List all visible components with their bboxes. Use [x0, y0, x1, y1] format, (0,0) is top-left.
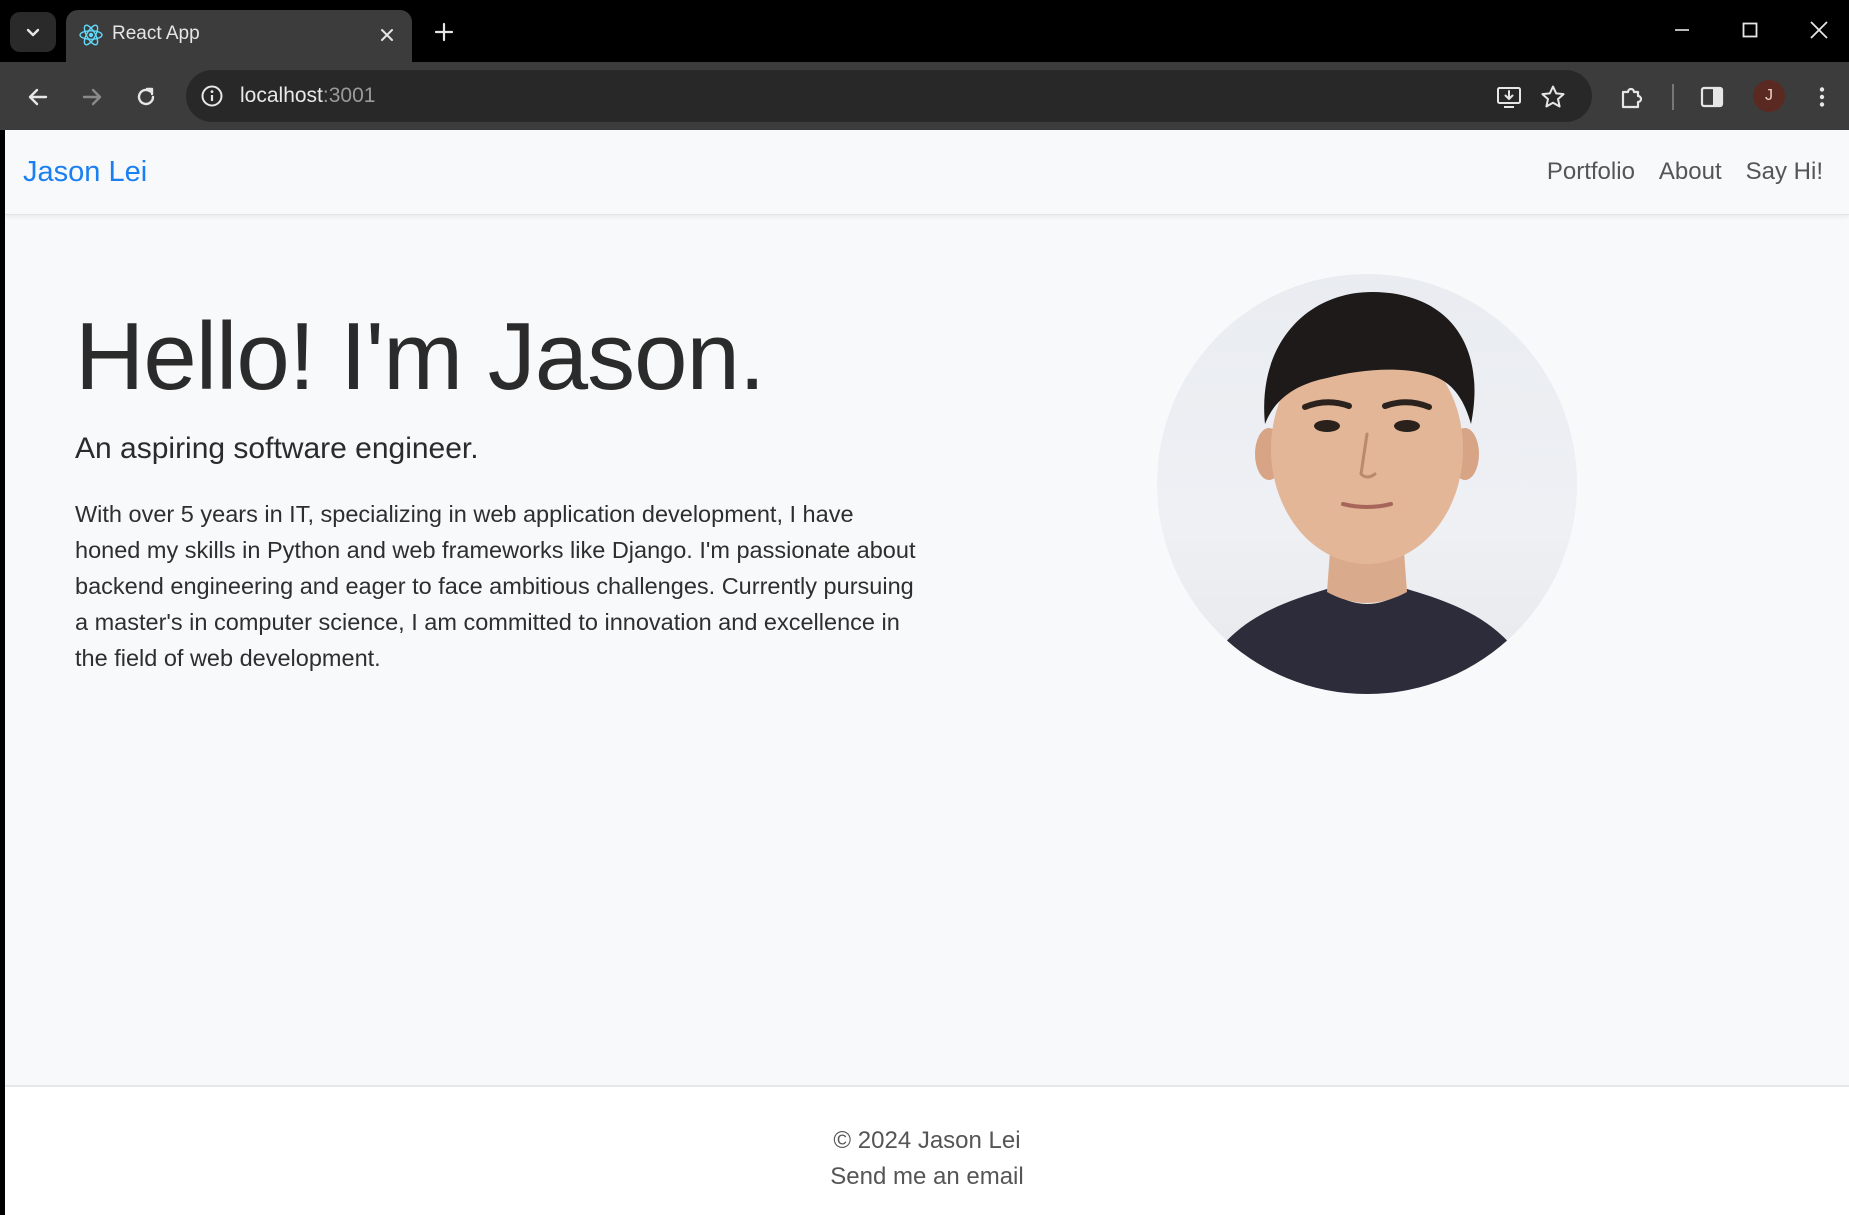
puzzle-icon	[1621, 87, 1643, 109]
url-host: localhost	[240, 84, 323, 107]
close-window-button[interactable]	[1797, 12, 1841, 48]
new-tab-button[interactable]	[428, 16, 460, 48]
bookmark-button[interactable]	[1536, 80, 1570, 114]
site-footer: © 2024 Jason Lei Send me an email	[5, 1085, 1849, 1215]
url-port: :3001	[322, 84, 376, 107]
nav-links: Portfolio About Say Hi!	[1547, 158, 1823, 186]
close-tab-button[interactable]	[374, 22, 400, 48]
back-button[interactable]	[18, 77, 58, 117]
toolbar-divider	[1672, 84, 1674, 110]
profile-photo	[1157, 274, 1577, 694]
close-icon	[1810, 21, 1828, 39]
browser-tab-strip: React App	[0, 0, 1849, 62]
plus-icon	[434, 22, 454, 42]
web-page: Jason Lei Portfolio About Say Hi! Hello!…	[5, 130, 1849, 1215]
nav-link-about[interactable]: About	[1659, 158, 1722, 186]
install-app-button[interactable]	[1492, 80, 1526, 114]
maximize-icon	[1742, 22, 1758, 38]
menu-button[interactable]	[1802, 77, 1842, 117]
browser-toolbar: localhost:3001 J	[0, 62, 1849, 130]
profile-avatar[interactable]: J	[1753, 80, 1785, 112]
reload-icon	[137, 87, 155, 106]
hero-subtitle: An aspiring software engineer.	[75, 432, 479, 465]
address-bar[interactable]: localhost:3001	[186, 70, 1592, 122]
site-info-button[interactable]	[198, 82, 226, 110]
copyright-text: © 2024 Jason Lei	[833, 1127, 1021, 1154]
star-icon	[1541, 85, 1565, 108]
info-icon	[201, 85, 223, 107]
nav-link-portfolio[interactable]: Portfolio	[1547, 158, 1635, 186]
minimize-button[interactable]	[1660, 12, 1704, 48]
tab-search-button[interactable]	[10, 12, 56, 52]
hero-title: Hello! I'm Jason.	[75, 303, 766, 410]
nav-link-say-hi[interactable]: Say Hi!	[1746, 158, 1823, 186]
side-panel-button[interactable]	[1692, 77, 1732, 117]
site-brand-link[interactable]: Jason Lei	[23, 156, 147, 189]
maximize-button[interactable]	[1728, 12, 1772, 48]
email-link[interactable]: Send me an email	[5, 1163, 1849, 1191]
extensions-button[interactable]	[1612, 77, 1652, 117]
site-navbar: Jason Lei Portfolio About Say Hi!	[5, 130, 1849, 215]
chevron-down-icon	[26, 28, 40, 37]
hero-description: With over 5 years in IT, specializing in…	[75, 501, 916, 671]
forward-button[interactable]	[72, 77, 112, 117]
browser-tab[interactable]: React App	[66, 10, 412, 62]
reload-button[interactable]	[126, 77, 166, 117]
install-icon	[1497, 87, 1521, 108]
close-icon	[381, 29, 393, 41]
arrow-right-icon	[82, 88, 102, 106]
arrow-left-icon	[28, 88, 48, 106]
tab-title: React App	[112, 23, 200, 44]
react-logo-icon	[79, 24, 103, 46]
minimize-icon	[1675, 29, 1689, 31]
url-text[interactable]: localhost:3001	[240, 84, 375, 108]
side-panel-icon	[1700, 86, 1724, 108]
kebab-menu-icon	[1819, 87, 1825, 107]
